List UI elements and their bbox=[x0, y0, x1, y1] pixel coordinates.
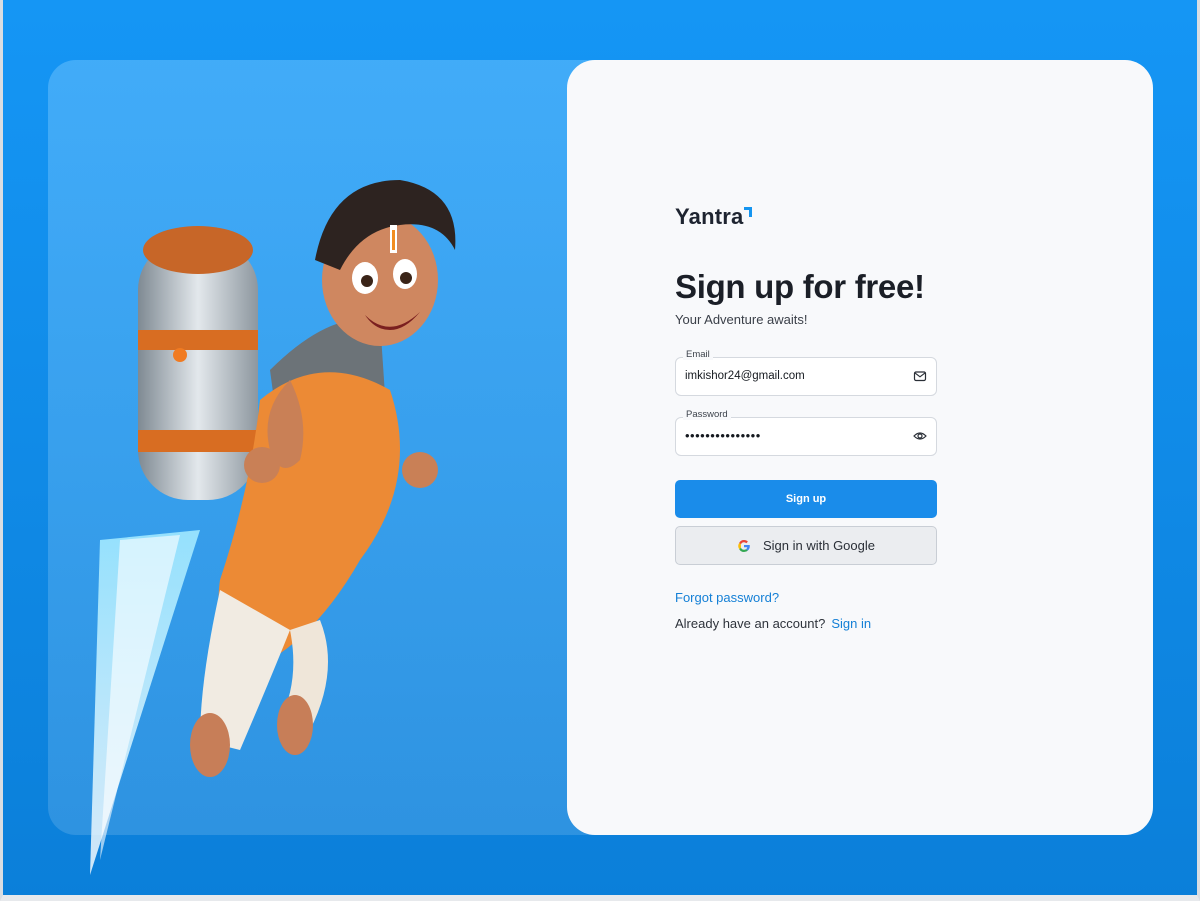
page-title: Sign up for free! bbox=[675, 268, 925, 305]
password-input[interactable]: ••••••••••••••• bbox=[685, 428, 761, 443]
mail-icon bbox=[913, 371, 927, 382]
signup-form: Yantra Sign up for free! Your Adventure … bbox=[675, 204, 937, 631]
email-input[interactable]: imkishor24@gmail.com bbox=[685, 370, 805, 382]
google-icon bbox=[738, 539, 750, 552]
signup-button[interactable]: Sign up bbox=[675, 480, 937, 518]
page-subtitle: Your Adventure awaits! bbox=[675, 312, 808, 327]
account-prompt: Already have an account? Sign in bbox=[675, 616, 937, 631]
account-prompt-text: Already have an account? bbox=[675, 616, 826, 631]
password-label: Password bbox=[683, 409, 731, 420]
email-label: Email bbox=[683, 349, 713, 360]
jetpack-boy-illustration bbox=[90, 180, 456, 875]
brand-logo: Yantra bbox=[675, 204, 937, 230]
password-field[interactable]: Password ••••••••••••••• bbox=[675, 409, 937, 456]
email-field[interactable]: Email imkishor24@gmail.com bbox=[675, 349, 937, 396]
signin-link[interactable]: Sign in bbox=[831, 616, 871, 631]
forgot-password-link[interactable]: Forgot password? bbox=[675, 590, 937, 605]
signup-card: Yantra Sign up for free! Your Adventure … bbox=[567, 60, 1153, 835]
google-signin-button[interactable]: Sign in with Google bbox=[675, 526, 937, 565]
brand-name: Yantra bbox=[675, 204, 744, 229]
google-signin-label: Sign in with Google bbox=[762, 538, 875, 553]
brand-mark-icon bbox=[744, 207, 753, 217]
eye-icon[interactable] bbox=[913, 429, 927, 443]
